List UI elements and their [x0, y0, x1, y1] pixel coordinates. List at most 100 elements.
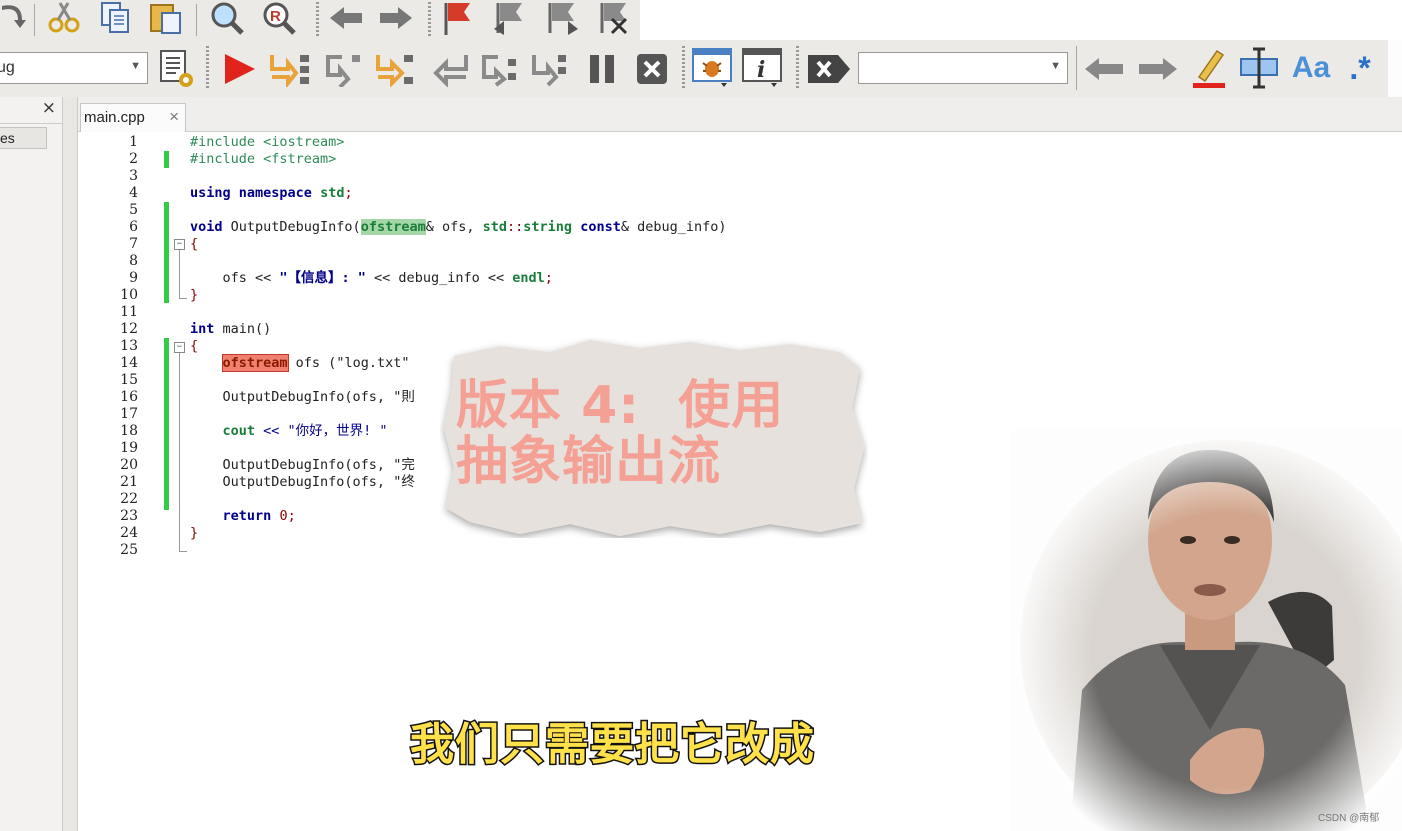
match-case-icon[interactable]: Aa: [1288, 48, 1334, 88]
selection-icon[interactable]: [1236, 46, 1282, 90]
panel-tab-label: es: [0, 130, 15, 146]
prev-bookmark-icon[interactable]: [490, 0, 530, 36]
toolbar-grip[interactable]: [428, 2, 431, 36]
build-config-value: ug: [0, 59, 15, 76]
fold-toggle[interactable]: −: [174, 239, 185, 250]
build-options-icon[interactable]: [158, 48, 196, 90]
fold-toggle[interactable]: −: [174, 342, 185, 353]
step-over-icon[interactable]: [0, 2, 26, 36]
fold-line: [179, 250, 180, 298]
change-marker: [164, 151, 169, 168]
clear-bookmarks-icon[interactable]: [594, 0, 634, 36]
find-replace-icon[interactable]: R: [256, 0, 300, 36]
undo-icon[interactable]: [326, 0, 366, 36]
next-instruction-icon[interactable]: [528, 50, 574, 88]
subtitle-caption: 我们只需要把它改成: [409, 718, 816, 772]
panel-splitter[interactable]: [63, 97, 78, 831]
line-number: 10: [120, 287, 138, 303]
tab-main-cpp[interactable]: main.cpp ×: [80, 103, 186, 132]
match-case-label: Aa: [1291, 51, 1331, 84]
management-panel: × es: [0, 97, 63, 831]
line-number: 15: [120, 372, 138, 388]
code-line-14: ofstream ofs ("log.txt": [221, 354, 410, 372]
pause-icon[interactable]: [582, 50, 622, 88]
error-token: ofstream: [221, 354, 289, 372]
code-line-21: OutputDebugInfo(ofs, "终: [190, 474, 415, 490]
run-to-cursor-icon[interactable]: [478, 50, 524, 88]
step-into-icon[interactable]: [268, 50, 314, 88]
nav-back-icon[interactable]: [1082, 50, 1128, 88]
line-number: 11: [120, 304, 138, 320]
line-number: 7: [129, 236, 138, 252]
stop-debug-icon[interactable]: [632, 50, 672, 88]
svg-text:i: i: [757, 57, 765, 83]
nav-forward-icon[interactable]: [1134, 50, 1180, 88]
toolbar-background: [640, 0, 1402, 40]
code-line-20: OutputDebugInfo(ofs, "完: [190, 457, 415, 473]
step-out-icon[interactable]: [322, 50, 368, 88]
close-icon[interactable]: ×: [42, 98, 56, 118]
chevron-down-icon: ▼: [1050, 60, 1061, 72]
panel-tab[interactable]: es: [0, 127, 47, 149]
code-line-1: #include <iostream>: [190, 134, 345, 150]
code-line-9: ofs << "【信息】: " << debug_info << endl;: [190, 270, 553, 286]
cut-icon[interactable]: [44, 0, 84, 36]
debug-window-icon[interactable]: [690, 46, 736, 90]
line-number: 6: [129, 219, 138, 235]
toolbar-top: R: [0, 0, 640, 41]
toolbar-grip[interactable]: [206, 46, 209, 90]
code-line-4: using namespace std;: [190, 185, 353, 201]
line-number: 2: [129, 151, 138, 167]
line-number: 23: [120, 508, 138, 524]
chevron-down-icon: ▼: [130, 60, 141, 72]
line-number: 17: [120, 406, 138, 422]
find-icon[interactable]: [204, 0, 248, 36]
editor-tab-bar: main.cpp ×: [78, 97, 1402, 132]
toolbar-separator: [34, 4, 35, 36]
regex-icon[interactable]: .*: [1340, 48, 1380, 88]
toolbar-grip[interactable]: [796, 46, 799, 90]
line-number: 13: [120, 338, 138, 354]
redo-icon[interactable]: [376, 0, 416, 36]
fold-end: [179, 551, 187, 552]
svg-text:R: R: [270, 8, 281, 25]
code-line-12: int main(): [190, 321, 272, 337]
toolbar-grip[interactable]: [682, 46, 685, 90]
change-marker: [164, 338, 169, 510]
build-config-select[interactable]: ug ▼: [0, 52, 148, 84]
line-number: 9: [129, 270, 138, 286]
run-icon[interactable]: [218, 50, 260, 88]
watermark: CSDN @南郁: [1318, 813, 1380, 824]
line-number: 12: [120, 321, 138, 337]
code-line-2: #include <fstream>: [190, 151, 337, 167]
clear-icon[interactable]: [806, 50, 852, 88]
code-line-13: {: [190, 338, 199, 354]
next-bookmark-icon[interactable]: [542, 0, 582, 36]
toolbar-grip[interactable]: [316, 2, 319, 36]
step-back-icon[interactable]: [426, 50, 472, 88]
close-icon[interactable]: ×: [169, 107, 179, 127]
code-line-10: }: [190, 287, 199, 303]
line-number: 22: [120, 491, 138, 507]
code-line-23: return 0;: [222, 508, 296, 524]
line-number: 1: [129, 134, 138, 150]
line-number: 16: [120, 389, 138, 405]
fold-line: [179, 353, 180, 551]
line-number: 8: [129, 253, 138, 269]
code-line-6: void OutputDebugInfo(ofstream& ofs, std:…: [190, 219, 727, 235]
paste-icon[interactable]: [146, 0, 186, 36]
line-number: 19: [120, 440, 138, 456]
find-text-select[interactable]: ▼: [858, 52, 1068, 84]
next-line-icon[interactable]: [374, 50, 420, 88]
copy-icon[interactable]: [96, 0, 136, 36]
toolbar-separator: [1076, 46, 1077, 90]
line-number: 20: [120, 457, 138, 473]
video-title-overlay: 版本 4: 使用 抽象输出流: [456, 378, 784, 490]
change-marker: [164, 202, 169, 303]
line-number: 5: [129, 202, 138, 218]
highlight-icon[interactable]: [1186, 46, 1232, 90]
bookmark-flag-icon[interactable]: [438, 0, 478, 36]
regex-label: .*: [1349, 49, 1371, 86]
toolbar-debug: ug ▼ i ▼ Aa .*: [0, 40, 1388, 98]
info-window-icon[interactable]: i: [740, 46, 786, 90]
